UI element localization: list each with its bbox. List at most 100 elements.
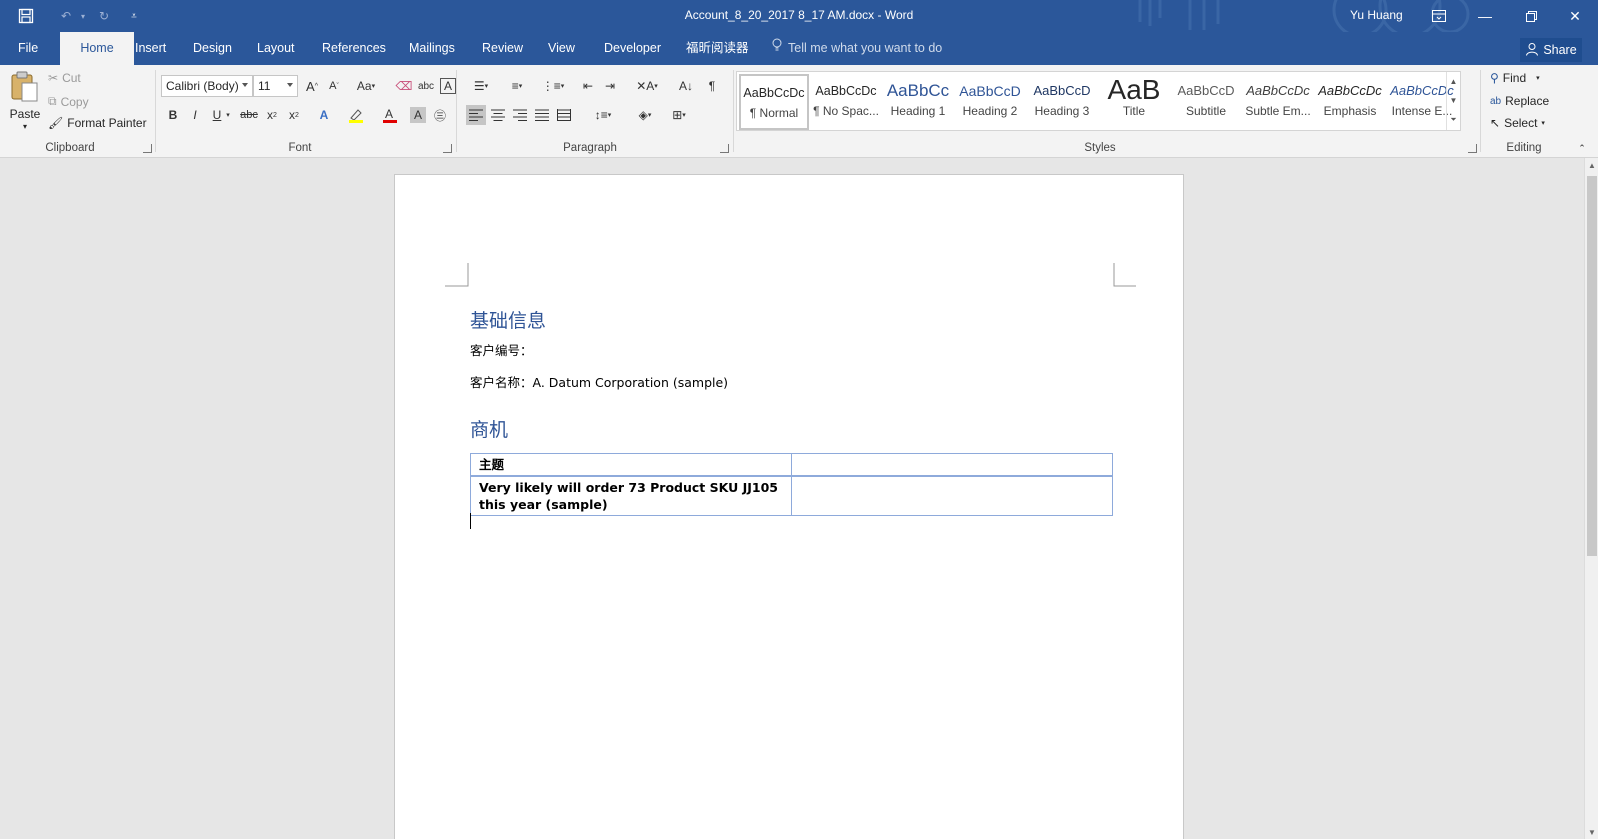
tab-developer[interactable]: Developer xyxy=(592,32,673,65)
table-header-cell[interactable] xyxy=(791,453,1113,477)
borders-icon[interactable]: ⊞ ▾ xyxy=(664,105,694,125)
tab-foxit-reader[interactable]: 福昕阅读器 xyxy=(674,32,761,65)
font-launcher-icon[interactable] xyxy=(443,144,452,153)
save-icon[interactable] xyxy=(14,6,38,26)
character-border-icon[interactable]: A xyxy=(440,78,456,94)
collapse-ribbon-icon[interactable]: ⌃ xyxy=(1572,138,1592,158)
user-name[interactable]: Yu Huang xyxy=(1350,8,1403,22)
customer-name-line[interactable]: 客户名称：A. Datum Corporation (sample) xyxy=(470,372,728,391)
restore-icon[interactable] xyxy=(1508,0,1554,32)
style-normal[interactable]: AaBbCcDc ¶ Normal xyxy=(739,74,809,130)
line-spacing-icon[interactable]: ↕≡ ▾ xyxy=(588,105,618,125)
style-subtle-emphasis[interactable]: AaBbCcDc Subtle Em... xyxy=(1243,74,1313,130)
style-name: Subtitle xyxy=(1185,104,1227,118)
customize-qat-icon[interactable]: ⩡ xyxy=(122,6,146,26)
subscript-icon[interactable]: x2 xyxy=(262,105,282,125)
clipboard-launcher-icon[interactable] xyxy=(143,144,152,153)
tab-file[interactable]: File xyxy=(6,32,50,65)
highlight-icon[interactable] xyxy=(346,105,366,125)
font-size-combo[interactable]: 11 xyxy=(253,75,298,97)
undo-icon[interactable]: ↶ xyxy=(54,6,78,26)
multilevel-list-icon[interactable]: ⋮≡ ▾ xyxy=(538,76,568,96)
scrollbar-thumb[interactable] xyxy=(1587,176,1597,556)
select-button[interactable]: ↖ Select ▾ xyxy=(1490,116,1545,130)
gallery-more-icon[interactable]: ⏷ xyxy=(1447,110,1460,129)
table-cell[interactable] xyxy=(791,475,1113,516)
scroll-down-icon[interactable]: ▼ xyxy=(1585,825,1598,839)
align-left-icon[interactable] xyxy=(466,105,486,125)
style-subtitle[interactable]: AaBbCcD Subtitle xyxy=(1171,74,1241,130)
close-icon[interactable]: ✕ xyxy=(1552,0,1598,32)
font-family-combo[interactable]: Calibri (Body) xyxy=(161,75,253,97)
style-heading-1[interactable]: AaBbCc Heading 1 xyxy=(883,74,953,130)
distributed-icon[interactable] xyxy=(554,105,574,125)
tell-me-box[interactable]: Tell me what you want to do xyxy=(772,32,942,65)
style-title[interactable]: AaB Title xyxy=(1099,74,1169,130)
style-emphasis[interactable]: AaBbCcDc Emphasis xyxy=(1315,74,1385,130)
bullets-icon[interactable]: ☰ ▾ xyxy=(466,76,496,96)
grow-font-icon[interactable]: A ^ xyxy=(302,76,322,96)
styles-launcher-icon[interactable] xyxy=(1468,144,1477,153)
change-case-button[interactable]: Aa ▾ xyxy=(352,76,380,96)
share-button[interactable]: Share xyxy=(1520,38,1582,62)
text-effects-icon[interactable]: A xyxy=(314,105,334,125)
phonetic-guide-icon[interactable]: abc xyxy=(416,76,436,96)
replace-button[interactable]: ab Replace xyxy=(1490,94,1549,108)
italic-icon[interactable]: I xyxy=(185,105,205,125)
style-heading-2[interactable]: AaBbCcD Heading 2 xyxy=(955,74,1025,130)
tab-mailings[interactable]: Mailings xyxy=(397,32,467,65)
paragraph-launcher-icon[interactable] xyxy=(720,144,729,153)
shrink-font-icon[interactable]: Aˇ xyxy=(324,76,344,96)
font-color-icon[interactable]: A xyxy=(380,105,400,125)
tab-review[interactable]: Review xyxy=(470,32,535,65)
clear-formatting-icon[interactable]: ⌫ xyxy=(394,76,414,96)
align-center-icon[interactable] xyxy=(488,105,508,125)
scroll-up-icon[interactable]: ▲ xyxy=(1585,158,1598,172)
tab-layout[interactable]: Layout xyxy=(245,32,307,65)
underline-dropdown-icon[interactable]: ▾ xyxy=(223,105,233,125)
justify-icon[interactable] xyxy=(532,105,552,125)
tab-design[interactable]: Design xyxy=(181,32,244,65)
show-formatting-marks-icon[interactable]: ¶ xyxy=(702,76,722,96)
copy-button[interactable]: ⧉ Copy xyxy=(48,94,89,109)
style-sample: AaBbCcDc xyxy=(1246,83,1310,98)
tell-me-text: Tell me what you want to do xyxy=(788,41,943,55)
table-cell[interactable]: Very likely will order 73 Product SKU JJ… xyxy=(470,475,792,516)
bold-icon[interactable]: B xyxy=(163,105,183,125)
vertical-scrollbar[interactable]: ▲ ▼ xyxy=(1584,158,1598,839)
minimize-icon[interactable]: — xyxy=(1462,0,1508,32)
gallery-up-icon[interactable]: ▲ xyxy=(1447,72,1460,91)
style-no-spacing[interactable]: AaBbCcDc ¶ No Spac... xyxy=(811,74,881,130)
cut-button[interactable]: ✂ Cut xyxy=(48,71,81,85)
align-right-icon[interactable] xyxy=(510,105,530,125)
sort-icon[interactable]: A↓ xyxy=(676,76,696,96)
numbering-icon[interactable]: ≡ ▾ xyxy=(502,76,532,96)
format-painter-button[interactable]: 🖌 Format Painter xyxy=(48,116,147,130)
enclose-characters-icon[interactable]: ㊂ xyxy=(430,105,450,125)
redo-icon[interactable]: ↻ xyxy=(92,6,116,26)
character-shading-icon[interactable]: A xyxy=(410,107,426,123)
table-header-cell[interactable]: 主题 xyxy=(470,453,792,477)
ribbon-display-options-icon[interactable] xyxy=(1416,0,1462,32)
shading-icon[interactable]: ◈ ▾ xyxy=(630,105,660,125)
superscript-icon[interactable]: x2 xyxy=(284,105,304,125)
find-dropdown-icon[interactable]: ▾ xyxy=(1536,74,1540,82)
tab-references[interactable]: References xyxy=(310,32,398,65)
select-dropdown-icon[interactable]: ▾ xyxy=(1541,119,1545,127)
increase-indent-icon[interactable]: ⇥ xyxy=(600,76,620,96)
heading-basic-info[interactable]: 基础信息 xyxy=(470,306,546,333)
style-heading-3[interactable]: AaBbCcD Heading 3 xyxy=(1027,74,1097,130)
paste-dropdown-icon[interactable]: ▾ xyxy=(23,122,27,131)
document-page[interactable]: 基础信息 客户编号： 客户名称：A. Datum Corporation (sa… xyxy=(394,174,1184,839)
undo-dropdown-icon[interactable]: ▾ xyxy=(78,6,88,26)
asian-layout-icon[interactable]: ✕A ▾ xyxy=(632,76,662,96)
customer-number-line[interactable]: 客户编号： xyxy=(470,340,533,359)
tab-insert[interactable]: Insert xyxy=(123,32,178,65)
tab-view[interactable]: View xyxy=(536,32,587,65)
heading-opportunity[interactable]: 商机 xyxy=(470,415,508,442)
find-button[interactable]: ⚲ Find ▾ xyxy=(1490,71,1540,85)
strikethrough-icon[interactable]: abc xyxy=(239,105,259,125)
gallery-down-icon[interactable]: ▼ xyxy=(1447,91,1460,110)
paste-button[interactable]: Paste ▾ xyxy=(8,69,42,131)
decrease-indent-icon[interactable]: ⇤ xyxy=(578,76,598,96)
